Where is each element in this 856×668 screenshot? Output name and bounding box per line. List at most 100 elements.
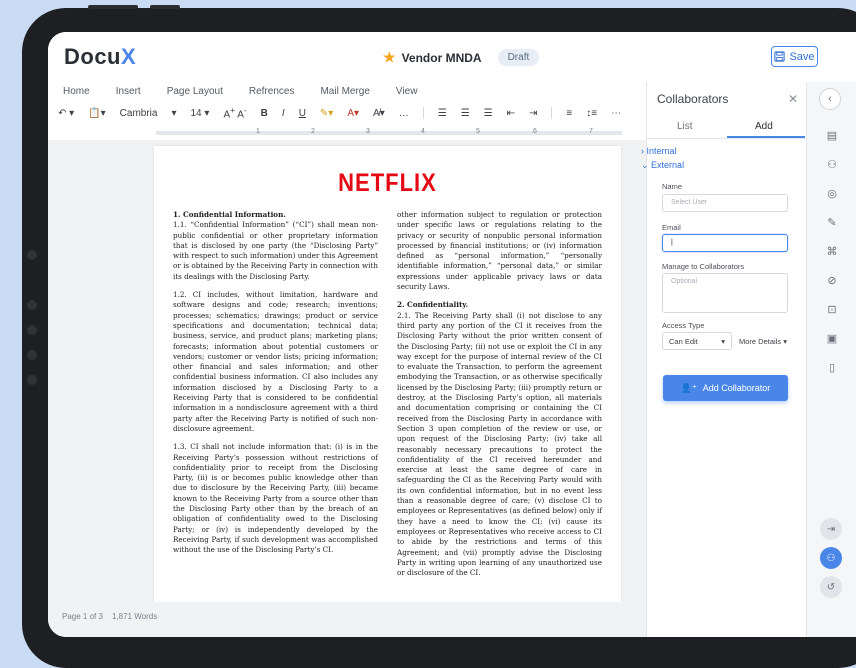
star-icon[interactable]: ★ (383, 49, 396, 66)
text-column-right: other information subject to regulation … (397, 210, 602, 586)
document-name: Vendor MNDA (401, 50, 482, 65)
tab-home[interactable]: Home (63, 86, 90, 97)
add-collaborator-label: Add Collaborator (702, 383, 771, 393)
variables-icon[interactable]: ⊡ (824, 301, 840, 317)
tab-references[interactable]: Refrences (249, 86, 295, 97)
access-type-select[interactable]: Can Edit ▾ (662, 332, 732, 350)
chevron-down-icon: ▾ (721, 337, 725, 346)
font-size-value: 14 (190, 107, 202, 119)
add-user-icon: 👤⁺ (680, 382, 697, 393)
bold-button[interactable]: B (261, 108, 268, 119)
page-icon[interactable]: ▯ (824, 359, 840, 375)
tab-page-layout[interactable]: Page Layout (167, 86, 223, 97)
collaborators-icon[interactable]: ⚇ (820, 547, 842, 569)
manage-textarea[interactable]: Optional (662, 273, 788, 313)
paragraph-text: other information subject to regulation … (397, 210, 602, 292)
tablet-sensor (27, 350, 37, 360)
external-label: External (651, 160, 685, 170)
paste-icon[interactable]: 📋▾ (88, 108, 105, 119)
font-size-select[interactable]: 14 ▾ (191, 108, 210, 119)
top-bar: DocuX ★ Vendor MNDA Draft Save (48, 32, 856, 83)
right-rail: ‹ ▤ ⚇ ◎ ✎ ⌘ ⊘ ⊡ ▣ ▯ ⇥ ⚇ ↺ (806, 82, 856, 637)
increase-indent-icon[interactable]: ⇥ (529, 108, 537, 119)
ribbon: Home Insert Page Layout Refrences Mail M… (48, 82, 646, 126)
internal-label: Internal (646, 146, 677, 156)
tablet-sensor (27, 325, 37, 335)
panel-title: Collaborators (657, 92, 729, 106)
numbered-list-icon[interactable]: ☰ (461, 108, 470, 119)
attachment-icon[interactable]: ⊘ (824, 272, 840, 288)
tab-add[interactable]: Add (755, 121, 773, 132)
history-icon[interactable]: ↺ (820, 576, 842, 598)
name-field[interactable]: Select User (662, 194, 788, 212)
close-icon[interactable]: ✕ (788, 92, 798, 106)
paragraph-text: 2.1. The Receiving Party shall (i) not d… (397, 310, 602, 578)
active-tab-indicator (727, 136, 805, 138)
line-spacing-icon[interactable]: ↕≡ (586, 108, 597, 119)
save-label: Save (789, 50, 815, 63)
multilevel-list-icon[interactable]: ☰ (484, 108, 493, 119)
clear-format-icon[interactable]: A̸▾ (373, 108, 385, 119)
ruler-mark: 1 (256, 128, 260, 135)
collapse-chevron-icon[interactable]: ‹ (819, 88, 841, 110)
add-user-icon[interactable]: ⚇ (824, 156, 840, 172)
toolbar-divider (422, 107, 424, 119)
paragraph: 1.3. CI shall not include information th… (173, 442, 378, 555)
font-color-icon[interactable]: A▾ (347, 108, 359, 119)
italic-button[interactable]: I (282, 108, 285, 119)
toolbar-divider (551, 107, 553, 119)
ribbon-tabs: Home Insert Page Layout Refrences Mail M… (63, 86, 443, 97)
highlight-icon[interactable]: ✎▾ (320, 108, 333, 119)
tab-view[interactable]: View (396, 86, 418, 97)
edit-icon[interactable]: ✎ (824, 214, 840, 230)
document-page[interactable]: NETFLIX 1. Confidential Information. 1.1.… (154, 146, 621, 606)
manage-label: Manage to Collaborators (662, 262, 745, 271)
paragraph-text: 1.1. “Confidential Information” (“CI”) s… (173, 220, 378, 281)
email-field[interactable]: | (662, 234, 788, 252)
tablet-sensor (27, 375, 37, 385)
decrease-indent-icon[interactable]: ⇤ (507, 108, 515, 119)
add-collaborator-button[interactable]: 👤⁺ Add Collaborator (663, 375, 788, 401)
font-family-select[interactable]: Cambria (120, 108, 158, 119)
chevron-down-icon[interactable]: ▾ (171, 108, 176, 119)
tab-mail-merge[interactable]: Mail Merge (320, 86, 369, 97)
paragraph-text: 1.2. CI includes, without limitation, ha… (173, 290, 378, 433)
ruler-mark: 6 (533, 128, 537, 135)
tree-external[interactable]: ⌄ External (641, 160, 684, 171)
tab-insert[interactable]: Insert (116, 86, 141, 97)
email-label: Email (662, 223, 681, 232)
underline-button[interactable]: U (299, 108, 306, 119)
floppy-disk-icon (774, 51, 786, 62)
export-icon[interactable]: ⇥ (820, 518, 842, 540)
tablet-power-button (150, 5, 180, 9)
ruler[interactable]: 1 2 3 4 5 6 7 (156, 128, 622, 138)
tab-list[interactable]: List (677, 121, 693, 132)
paragraph: 1.2. CI includes, without limitation, ha… (173, 290, 378, 434)
workflow-icon[interactable]: ⌘ (824, 243, 840, 259)
signature-field-icon[interactable]: ▣ (824, 330, 840, 346)
document-icon[interactable]: ▤ (824, 127, 840, 143)
access-type-label: Access Type (662, 321, 705, 330)
name-label: Name (662, 182, 683, 191)
more-details-toggle[interactable]: More Details ▾ (739, 337, 787, 346)
overflow-icon[interactable]: ⋯ (611, 108, 621, 119)
bullet-list-icon[interactable]: ☰ (438, 108, 447, 119)
status-badge: Draft (497, 49, 540, 66)
undo-icon[interactable]: ↶ ▾ (58, 108, 74, 119)
paragraph-text: 1.3. CI shall not include information th… (173, 442, 378, 555)
app-logo[interactable]: DocuX (64, 44, 136, 70)
ruler-mark: 4 (421, 128, 425, 135)
document-title[interactable]: ★ Vendor MNDA Draft (383, 49, 540, 66)
status-bar: Page 1 of 3 1,871 Words (48, 602, 646, 637)
tablet-volume-button (88, 5, 138, 9)
grow-font-icon[interactable]: A+ A- (223, 105, 246, 120)
tablet-sensor (27, 300, 37, 310)
save-button[interactable]: Save (771, 46, 818, 67)
align-icon[interactable]: ≡ (566, 108, 572, 119)
tree-internal[interactable]: › Internal (641, 146, 677, 156)
comment-icon[interactable]: ◎ (824, 185, 840, 201)
section-heading: 2. Confidentiality. (397, 300, 469, 310)
collaborators-panel: Collaborators ✕ List Add › Internal ⌄ Ex… (641, 82, 807, 637)
more-options-icon[interactable]: … (399, 108, 409, 119)
tablet-sensor (27, 250, 37, 260)
